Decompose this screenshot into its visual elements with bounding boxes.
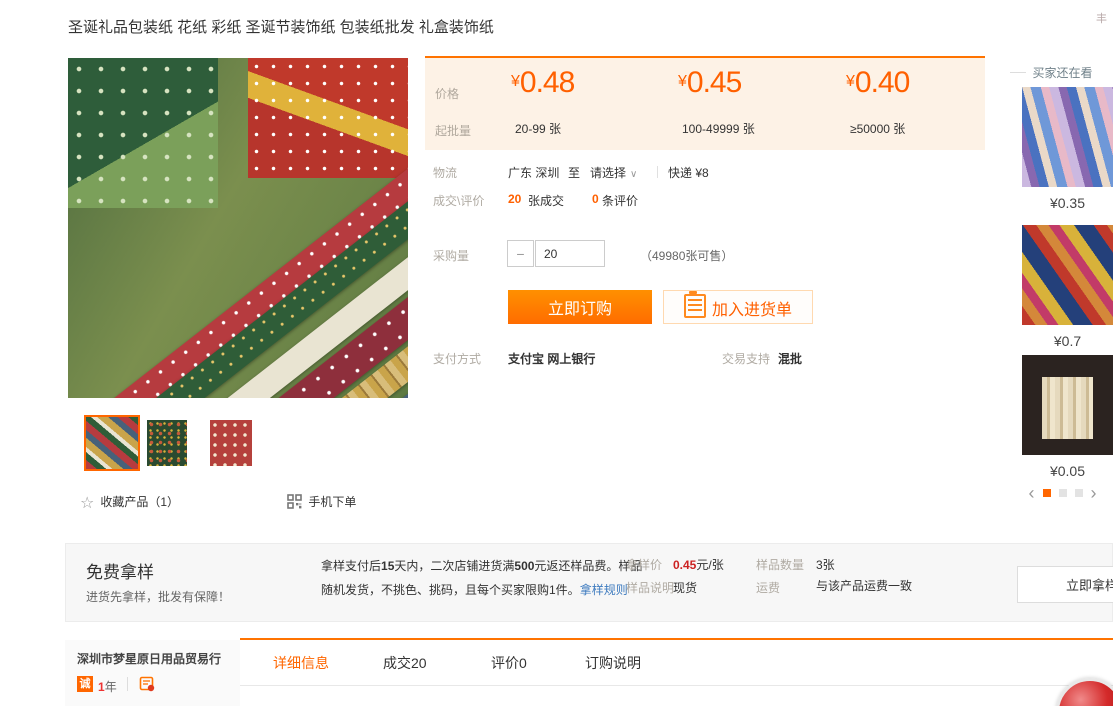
qr-code-icon (287, 494, 302, 509)
sidebar-product-card[interactable]: ¥0.35 (1022, 87, 1113, 211)
pager-dot[interactable] (1075, 489, 1083, 497)
currency-symbol: ¥ (846, 73, 855, 90)
price-box: 价格 起批量 ¥0.48 20-99 张 ¥0.45 100-49999 张 ¥… (425, 56, 985, 150)
free-sample-subtitle: 进货先拿样，批发有保障！ (86, 588, 230, 605)
sidebar-pager: ‹› (1012, 483, 1113, 504)
deals-label: 成交\评价 (433, 192, 484, 209)
sample-price-value: 0.45元/张 (673, 556, 724, 573)
tier-price: 0.40 (855, 66, 909, 99)
payment-label: 支付方式 (433, 350, 481, 367)
mobile-order-button[interactable]: 手机下单 (287, 495, 356, 509)
logistics-row: 物流 广东 深圳 至 请选择∨ 快递 ¥8 (425, 164, 985, 182)
trade-support-label: 交易支持 (722, 350, 770, 367)
sidebar-product-card[interactable]: ¥0.7 (1022, 225, 1113, 349)
logistics-to: 至 (568, 164, 580, 181)
product-image[interactable] (68, 58, 408, 398)
sidebar-product-image (1022, 87, 1113, 187)
order-now-button[interactable]: 立即订购 (508, 290, 652, 324)
deals-row: 成交\评价 20 张成交 0 条评价 (425, 192, 985, 210)
tab-reviews[interactable]: 评价0 (491, 640, 527, 686)
price-tier: ¥0.45 100-49999 张 (670, 58, 835, 150)
price-tier: ¥0.40 ≥50000 张 (838, 58, 1003, 150)
free-sample-title: 免费拿样 (86, 558, 154, 583)
tier-price: 0.45 (687, 66, 741, 99)
sidebar-product-price: ¥0.05 (1022, 463, 1113, 479)
divider (127, 677, 128, 691)
quantity-minus-button[interactable]: − (507, 240, 534, 267)
currency-symbol: ¥ (678, 73, 687, 90)
tier-qty: 100-49999 张 (682, 120, 755, 137)
tab-order-instructions[interactable]: 订购说明 (585, 640, 641, 686)
tier-qty: 20-99 张 (515, 120, 561, 137)
pager-dot-active[interactable] (1043, 489, 1051, 497)
purchase-label: 采购量 (433, 247, 469, 264)
wrapping-paper-patch (248, 58, 408, 178)
currency-symbol: ¥ (511, 73, 520, 90)
sidebar-product-card[interactable]: ¥0.05 (1022, 355, 1113, 479)
add-to-purchase-list-button[interactable]: 加入进货单 (663, 290, 813, 324)
favorite-button[interactable]: ☆收藏产品（1） (80, 495, 179, 509)
membership-years: 1年 (98, 678, 117, 695)
free-sample-section: 免费拿样 进货先拿样，批发有保障！ 拿样支付后15天内，二次店铺进货满500元返… (65, 543, 1113, 622)
tier-price: 0.48 (520, 66, 574, 99)
free-sample-description: 拿样支付后15天内，二次店铺进货满500元返还样品费。样品随机发货，不挑色、挑码… (321, 554, 643, 602)
payment-row: 支付方式 支付宝 网上银行 交易支持 混批 (425, 350, 985, 368)
sample-rules-link[interactable]: 拿样规则 (580, 583, 628, 597)
tier-qty: ≥50000 张 (850, 120, 905, 137)
payment-methods: 支付宝 网上银行 (508, 350, 595, 367)
sidebar-product-price: ¥0.7 (1022, 333, 1113, 349)
deal-count-unit[interactable]: 张成交 (528, 192, 564, 209)
partial-share-icon: 丰 (1096, 10, 1107, 26)
sidebar-product-image (1022, 355, 1113, 455)
sidebar-title: 买家还在看 (1012, 64, 1113, 81)
thumbnail[interactable] (210, 420, 252, 466)
chevron-right-icon[interactable]: › (1087, 483, 1101, 503)
available-stock: （49980张可售） (640, 247, 733, 264)
wrapping-paper-patch (68, 58, 218, 208)
freight-label: 运费 (756, 579, 780, 596)
sample-qty-value: 3张 (816, 556, 835, 573)
business-license-icon[interactable] (139, 676, 155, 692)
logistics-origin: 广东 深圳 (508, 164, 559, 181)
quantity-input[interactable] (535, 240, 605, 267)
review-count-link[interactable]: 0 (592, 192, 599, 206)
sample-note-value: 现货 (673, 579, 697, 596)
integrity-badge: 诚 (77, 676, 93, 692)
price-label: 价格 (435, 85, 459, 102)
price-tier: ¥0.48 20-99 张 (503, 58, 668, 150)
sample-qty-label: 样品数量 (756, 556, 804, 573)
divider (657, 166, 658, 178)
sample-price-label: 拿样价 (626, 556, 662, 573)
star-icon: ☆ (80, 495, 94, 512)
freight-value: 与该产品运费一致 (816, 577, 916, 596)
deal-count-link[interactable]: 20 (508, 192, 521, 206)
seller-panel: 深圳市梦星原日用品贸易行 诚 1年 (65, 640, 240, 706)
sidebar-product-price: ¥0.35 (1022, 195, 1113, 211)
review-count-unit[interactable]: 条评价 (602, 192, 638, 209)
destination-dropdown[interactable]: 请选择∨ (590, 164, 637, 181)
tab-detail-info[interactable]: 详细信息 (273, 640, 329, 686)
get-sample-button[interactable]: 立即拿样 (1017, 566, 1113, 603)
product-page: 圣诞礼品包装纸 花纸 彩纸 圣诞节装饰纸 包装纸批发 礼盒装饰纸 丰 价格 起批… (0, 0, 1113, 706)
chevron-down-icon: ∨ (630, 169, 637, 180)
thumbnail-selected[interactable] (84, 415, 140, 471)
detail-tabbar: 详细信息 成交20 评价0 订购说明 (240, 638, 1113, 686)
favorite-row: ☆收藏产品（1） 手机下单 (80, 493, 356, 513)
clipboard-icon (684, 294, 706, 318)
pager-dot[interactable] (1059, 489, 1067, 497)
seller-name-link[interactable]: 深圳市梦星原日用品贸易行 (77, 650, 221, 667)
purchase-row: 采购量 − （49980张可售） (425, 240, 985, 270)
thumbnail[interactable] (147, 420, 187, 466)
tab-deals[interactable]: 成交20 (383, 640, 427, 686)
logistics-label: 物流 (433, 164, 457, 181)
sidebar-product-image (1022, 225, 1113, 325)
page-title: 圣诞礼品包装纸 花纸 彩纸 圣诞节装饰纸 包装纸批发 礼盒装饰纸 (68, 16, 494, 37)
also-viewed-sidebar: 买家还在看 ¥0.35 ¥0.7 ¥0.05 ‹› (1012, 56, 1113, 526)
trade-support-value: 混批 (778, 350, 802, 367)
sample-note-label: 样品说明 (626, 579, 674, 596)
moq-label: 起批量 (435, 122, 471, 139)
express-fee: 快递 ¥8 (668, 164, 709, 181)
chevron-left-icon[interactable]: ‹ (1025, 483, 1039, 503)
